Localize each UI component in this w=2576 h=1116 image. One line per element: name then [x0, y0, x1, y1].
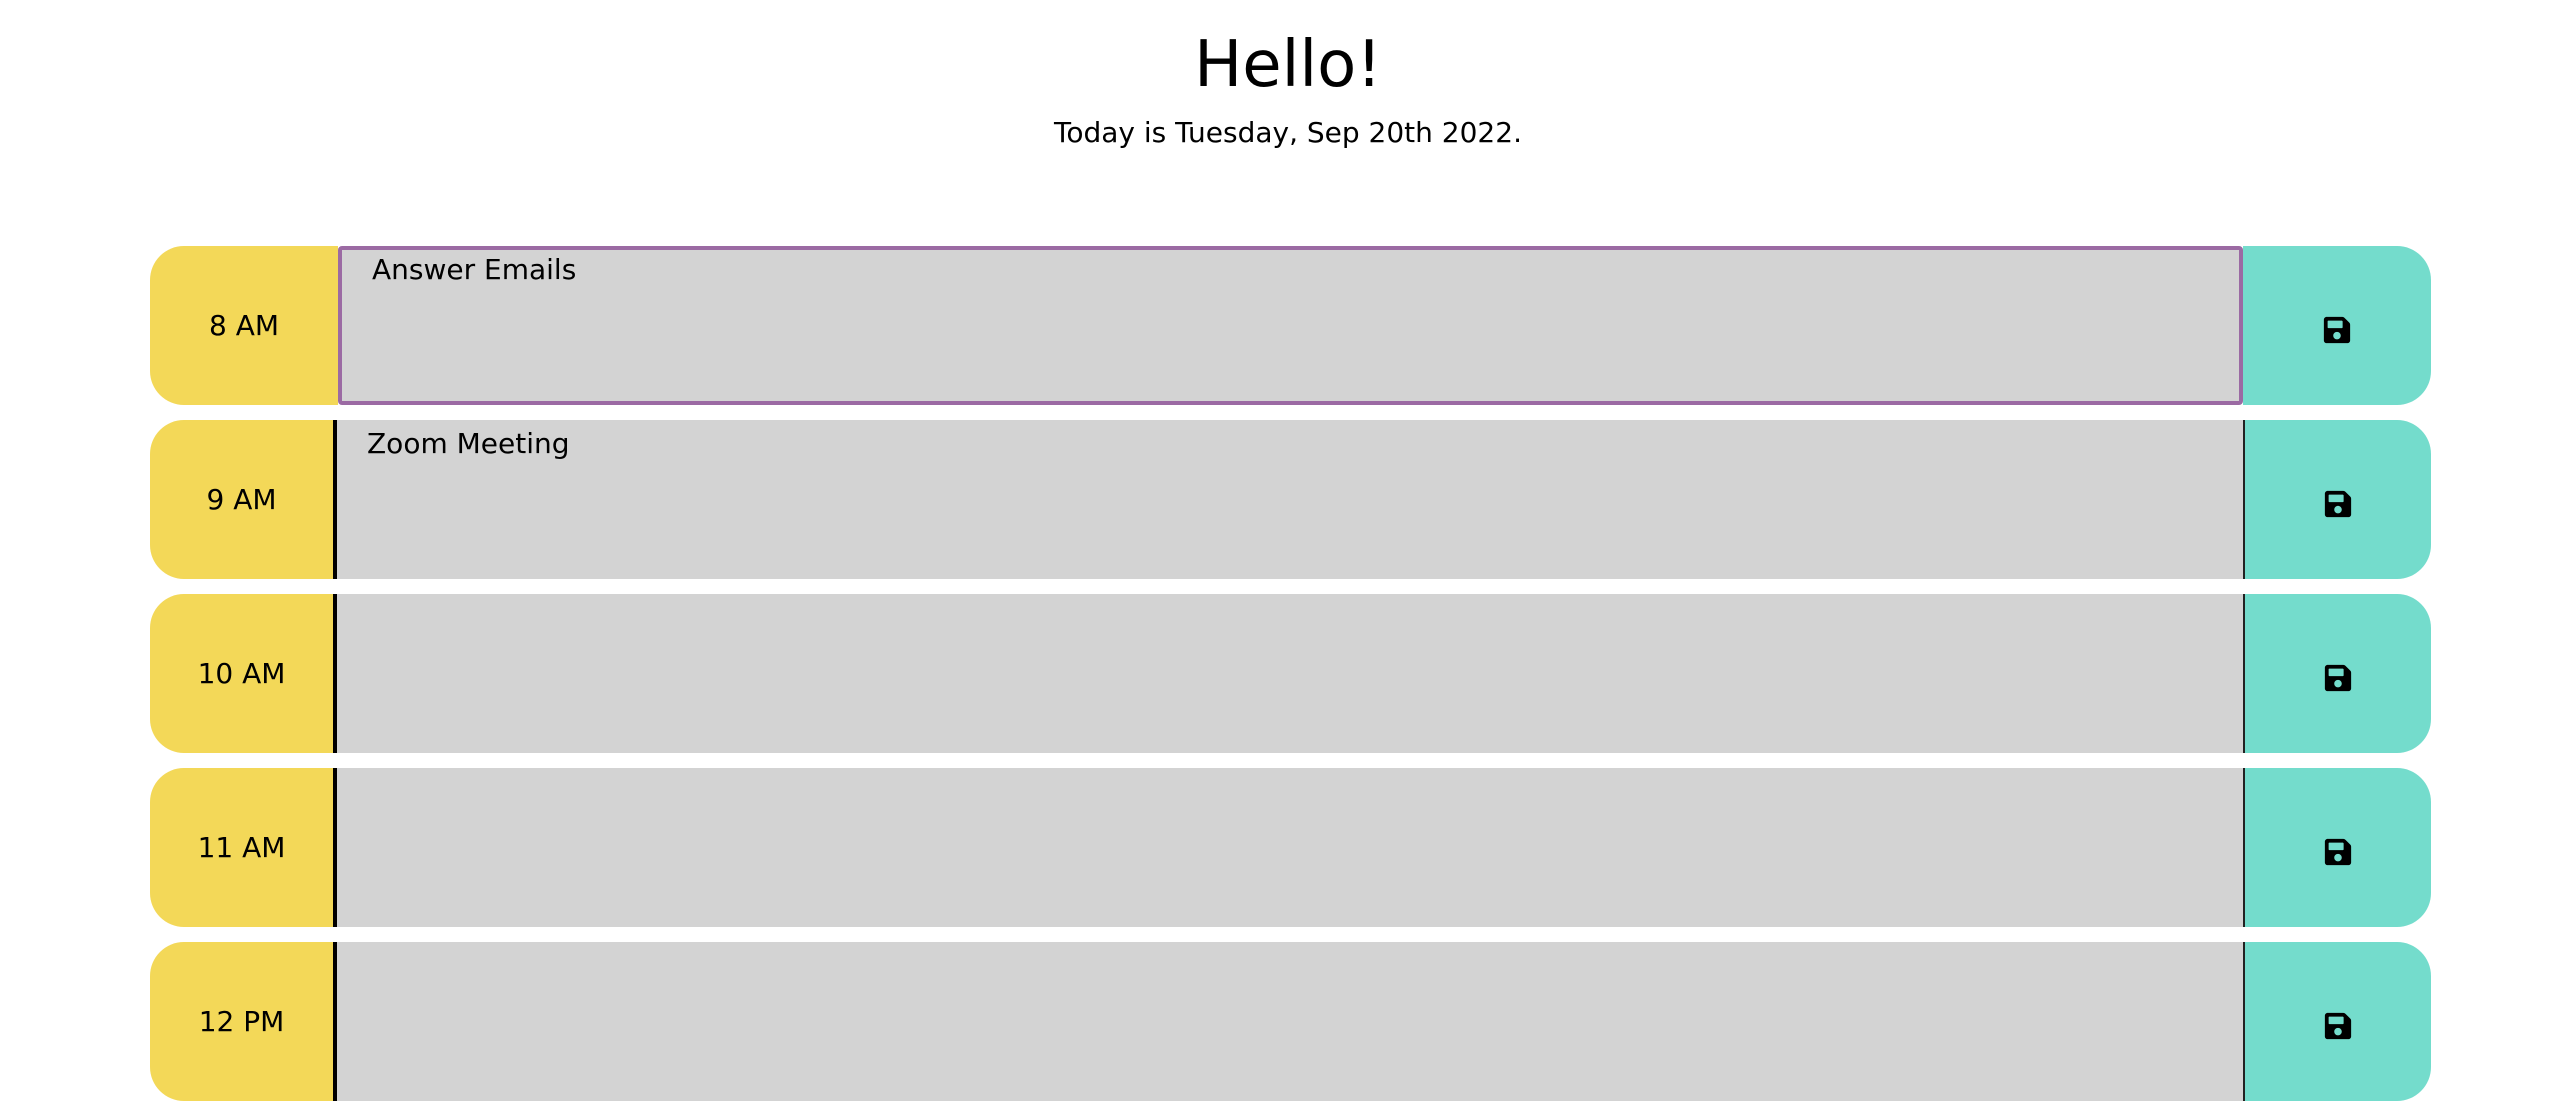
save-button[interactable]: [2243, 942, 2431, 1101]
timeblock-row: 8 AM Answer Emails: [150, 246, 2431, 405]
floppy-disk-icon: [2323, 316, 2351, 343]
save-button[interactable]: [2243, 246, 2431, 405]
save-button[interactable]: [2243, 420, 2431, 579]
timeblock-row: 11 AM: [150, 768, 2431, 927]
timeblock-row: 10 AM: [150, 594, 2431, 753]
hour-label: 8 AM: [150, 246, 338, 405]
event-description-input[interactable]: [337, 768, 2243, 927]
floppy-disk-icon: [2324, 838, 2352, 865]
timeblock-row: 12 PM: [150, 942, 2431, 1101]
hour-label: 12 PM: [150, 942, 337, 1101]
save-button[interactable]: [2243, 768, 2431, 927]
floppy-disk-icon: [2324, 490, 2352, 517]
event-description-input[interactable]: [337, 594, 2243, 753]
event-description-input[interactable]: Answer Emails: [338, 246, 2243, 405]
hour-label: 10 AM: [150, 594, 337, 753]
current-date: Today is Tuesday, Sep 20th 2022.: [1054, 116, 1522, 149]
floppy-disk-icon: [2324, 1012, 2352, 1039]
day-planner: 8 AM Answer Emails 9 AM Zoom Meeting 10 …: [150, 246, 2431, 1116]
save-button[interactable]: [2243, 594, 2431, 753]
event-description-input[interactable]: Zoom Meeting: [337, 420, 2243, 579]
event-description-input[interactable]: [337, 942, 2243, 1101]
hour-label: 11 AM: [150, 768, 337, 927]
page-header: Hello! Today is Tuesday, Sep 20th 2022.: [0, 0, 2576, 246]
floppy-disk-icon: [2324, 664, 2352, 691]
hour-label: 9 AM: [150, 420, 337, 579]
page-title: Hello!: [1194, 28, 1382, 102]
timeblock-row: 9 AM Zoom Meeting: [150, 420, 2431, 579]
